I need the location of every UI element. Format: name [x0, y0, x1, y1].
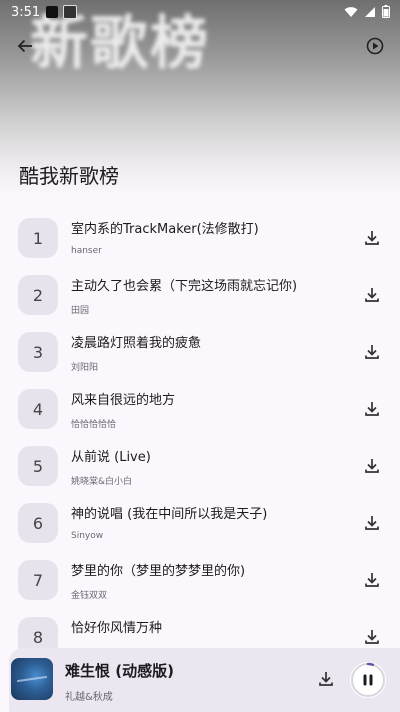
download-icon[interactable]: [363, 343, 381, 361]
song-artist: 恰恰恰恰恰: [71, 420, 117, 430]
battery-icon: [382, 5, 390, 18]
song-list: 1 室内系的TrackMaker(法修散打) hanser 2 主动久了也会累（…: [0, 210, 400, 666]
song-title: 主动久了也会累（下完这场雨就忘记你): [71, 279, 298, 294]
pause-button[interactable]: [350, 662, 386, 698]
status-time: 3:51: [11, 4, 41, 20]
download-icon[interactable]: [363, 628, 381, 646]
song-title: 恰好你风情万种: [71, 621, 163, 636]
rank-badge: 2: [18, 275, 58, 315]
chart-title: 酷我新歌榜: [19, 164, 119, 188]
play-circle-icon: [366, 37, 384, 55]
notification-icon: [46, 6, 59, 18]
song-artist: 金钰双双: [71, 591, 108, 601]
song-artist: 田园: [71, 306, 90, 316]
song-title: 室内系的TrackMaker(法修散打): [71, 222, 259, 237]
song-title: 神的说唱 (我在中间所以我是天子): [71, 507, 268, 522]
pause-icon: [363, 674, 373, 686]
download-icon[interactable]: [363, 457, 381, 475]
download-icon[interactable]: [363, 514, 381, 532]
song-title: 凌晨路灯照着我的疲惫: [71, 336, 202, 351]
rank-badge: 3: [18, 332, 58, 372]
rank-badge: 4: [18, 389, 58, 429]
rank-badge: 6: [18, 503, 58, 543]
download-icon[interactable]: [317, 670, 335, 688]
song-row[interactable]: 2 主动久了也会累（下完这场雨就忘记你) 田园: [0, 267, 400, 324]
cover-art-detail: [17, 675, 47, 683]
song-artist: 姚晓棠&白小白: [71, 477, 133, 487]
rank-badge: 1: [18, 218, 58, 258]
song-row[interactable]: 7 梦里的你（梦里的梦梦里的你) 金钰双双: [0, 552, 400, 609]
song-row[interactable]: 6 神的说唱 (我在中间所以我是天子) Sinyow: [0, 495, 400, 552]
song-artist: Sinyow: [71, 531, 104, 541]
mini-player[interactable]: 难生恨 (动感版) 礼越&秋成: [9, 648, 400, 712]
album-cover[interactable]: [11, 658, 53, 700]
song-row[interactable]: 4 风来自很远的地方 恰恰恰恰恰: [0, 381, 400, 438]
download-icon[interactable]: [363, 571, 381, 589]
rank-badge: 5: [18, 446, 58, 486]
song-title: 从前说 (Live): [71, 450, 151, 465]
notification-icon: [63, 5, 78, 19]
song-artist: hanser: [71, 246, 102, 256]
now-playing-artist: 礼越&秋成: [65, 692, 113, 703]
song-title: 梦里的你（梦里的梦梦里的你): [71, 564, 246, 579]
song-row[interactable]: 3 凌晨路灯照着我的疲惫 刘阳阳: [0, 324, 400, 381]
back-button[interactable]: [12, 33, 38, 59]
download-icon[interactable]: [363, 286, 381, 304]
status-bar: 3:51: [0, 0, 400, 24]
song-row[interactable]: 5 从前说 (Live) 姚晓棠&白小白: [0, 438, 400, 495]
wifi-icon: [344, 6, 358, 17]
song-row[interactable]: 1 室内系的TrackMaker(法修散打) hanser: [0, 210, 400, 267]
song-artist: 刘阳阳: [71, 363, 99, 373]
download-icon[interactable]: [363, 400, 381, 418]
download-icon[interactable]: [363, 229, 381, 247]
play-all-button[interactable]: [362, 33, 388, 59]
arrow-back-icon: [17, 39, 32, 53]
now-playing-title: 难生恨 (动感版): [65, 662, 174, 680]
rank-badge: 7: [18, 560, 58, 600]
song-title: 风来自很远的地方: [71, 393, 176, 408]
signal-icon: [365, 6, 375, 17]
